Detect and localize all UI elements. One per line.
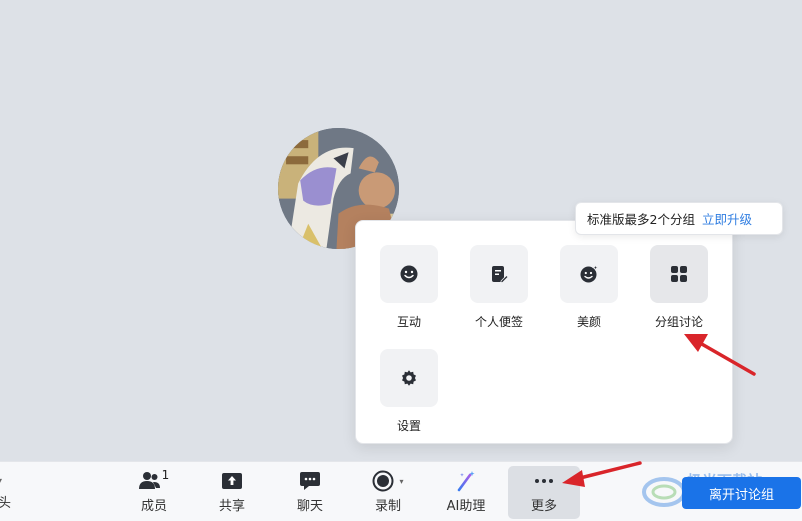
ai-assistant-label: AI助理: [446, 499, 486, 514]
breakout-label: 分组讨论: [654, 315, 703, 329]
breakout-button[interactable]: [650, 245, 708, 303]
members-button[interactable]: 1 成员: [120, 466, 188, 519]
caret-down-icon[interactable]: ▾: [0, 465, 14, 491]
leave-breakout-button[interactable]: 离开讨论组: [682, 477, 801, 509]
interact-button[interactable]: [380, 245, 438, 303]
share-button[interactable]: 共享: [198, 466, 266, 519]
note-edit-icon: [492, 266, 509, 283]
settings-tile[interactable]: 设置: [364, 349, 454, 445]
notes-label: 个人便签: [474, 315, 523, 329]
record-label: 录制: [374, 499, 401, 514]
members-count: 1: [161, 468, 170, 482]
share-screen-icon: [222, 473, 242, 489]
more-dots-icon: [535, 479, 553, 483]
grid-four-icon: [671, 266, 687, 282]
interact-tile[interactable]: 互动: [364, 245, 454, 341]
more-label: 更多: [530, 499, 557, 514]
beauty-tile[interactable]: 美颜: [544, 245, 634, 341]
upsell-text: 标准版最多2个分组: [587, 212, 695, 227]
chat-button[interactable]: 聊天: [276, 466, 344, 519]
breakout-tile[interactable]: 分组讨论: [634, 245, 724, 341]
members-icon: [138, 472, 160, 489]
notes-tile[interactable]: 个人便签: [454, 245, 544, 341]
more-panel: 互动 个人便签 美颜 分组讨论 设置: [355, 220, 733, 444]
settings-button[interactable]: [380, 349, 438, 407]
record-button[interactable]: ▾ 录制: [354, 466, 422, 519]
gear-icon: [402, 370, 416, 386]
ai-wand-icon: [457, 471, 475, 492]
record-icon: [372, 470, 394, 492]
upsell-tooltip: 标准版最多2个分组 立即升级: [575, 202, 783, 235]
camera-partial-label: 头: [0, 496, 12, 511]
share-label: 共享: [218, 499, 245, 514]
settings-label: 设置: [396, 419, 421, 433]
ai-assistant-button[interactable]: AI助理: [432, 466, 500, 519]
interact-label: 互动: [396, 315, 421, 329]
beauty-sparkle-icon: [580, 264, 599, 283]
upgrade-link[interactable]: 立即升级: [702, 209, 752, 228]
chat-icon: [300, 472, 320, 490]
notes-button[interactable]: [470, 245, 528, 303]
camera-partial-item[interactable]: ▾ 头: [0, 465, 14, 511]
members-label: 成员: [140, 499, 167, 514]
record-caret-icon[interactable]: ▾: [399, 477, 403, 486]
more-button[interactable]: 更多: [508, 466, 580, 519]
chat-label: 聊天: [296, 499, 323, 514]
beauty-label: 美颜: [576, 315, 601, 329]
smile-icon: [400, 265, 418, 283]
beauty-button[interactable]: [560, 245, 618, 303]
